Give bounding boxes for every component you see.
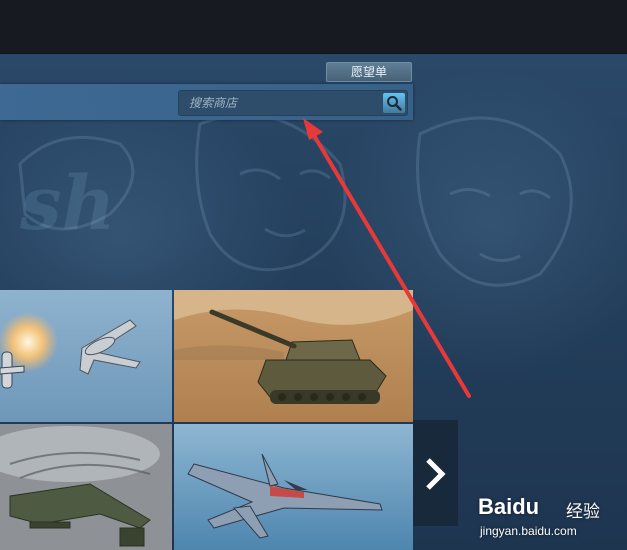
chevron-right-icon (426, 458, 446, 490)
svg-text:sh: sh (19, 161, 115, 247)
carousel-tile-plane-dogfight[interactable] (0, 290, 172, 422)
search-button[interactable] (383, 93, 405, 113)
baidu-jingyan-watermark: Baidu 经验 jingyan.baidu.com (478, 494, 623, 544)
watermark-url: jingyan.baidu.com (480, 524, 577, 538)
wishlist-button[interactable]: 愿望单 (326, 62, 412, 82)
carousel-next-button[interactable] (413, 420, 458, 526)
carousel-tile-desert-tank[interactable] (174, 290, 413, 422)
search-box[interactable] (178, 90, 408, 116)
carousel-tile-jet-fighter[interactable] (174, 424, 413, 550)
top-bar (0, 0, 627, 54)
search-input[interactable] (189, 94, 369, 112)
steam-store-page: sh 愿望单 搜索商店 Baidu 经验 jingyan.baidu.com (0, 0, 627, 550)
watermark-logo: Baidu (478, 494, 540, 519)
search-icon (387, 96, 402, 111)
tile-image (0, 424, 172, 550)
carousel-tile-attack-helicopter[interactable] (0, 424, 172, 550)
tile-image (174, 424, 413, 550)
watermark-cn-text: 经验 (566, 502, 600, 522)
tile-image (0, 290, 172, 422)
tile-image (174, 290, 413, 422)
